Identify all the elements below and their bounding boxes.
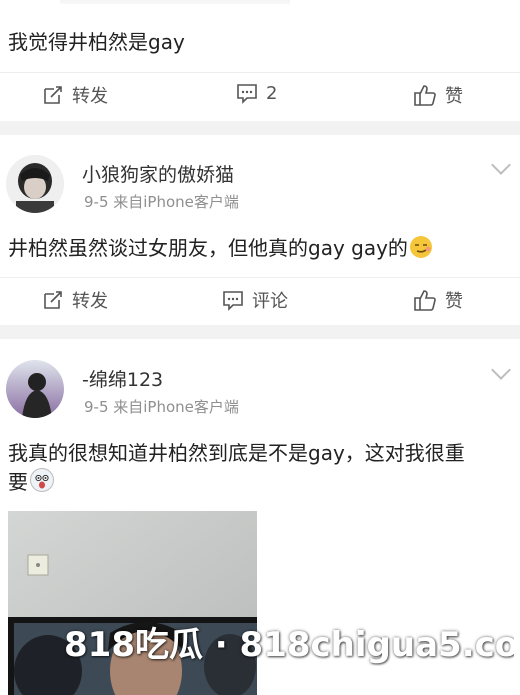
repost-label: 转发	[72, 86, 108, 107]
post1-comment-button[interactable]: 2	[236, 82, 277, 104]
repost-icon	[44, 86, 62, 104]
repost-icon	[44, 291, 62, 309]
avatar[interactable]	[6, 360, 64, 418]
post3-text-line1: 我真的很想知道井柏然到底是不是gay，这对我很重	[8, 441, 465, 465]
chevron-down-icon[interactable]	[491, 360, 511, 380]
post1-header-remnant	[60, 0, 290, 4]
post2-like-button[interactable]: 赞	[413, 287, 463, 313]
comment-count: 2	[266, 82, 278, 104]
thumbs-up-icon	[414, 85, 436, 106]
post2-text: 井柏然虽然谈过女朋友，但他真的gay gay的	[8, 232, 432, 261]
like-label: 赞	[445, 291, 463, 312]
post2-repost-button[interactable]: 转发	[42, 287, 108, 313]
post1-text: 我觉得井柏然是gay	[8, 30, 185, 54]
post2-comment-button[interactable]: 评论	[222, 287, 288, 313]
post1-repost-button[interactable]: 转发	[42, 82, 108, 108]
scared-face-emoji-icon	[30, 468, 54, 492]
repost-label: 转发	[72, 291, 108, 312]
post-meta: 9-5 来自iPhone客户端	[84, 193, 239, 211]
comment-icon	[237, 84, 257, 104]
post-image[interactable]	[8, 511, 257, 695]
comment-label: 评论	[252, 291, 288, 312]
thumbs-up-icon	[414, 290, 436, 311]
post3-text-line2: 要	[8, 466, 54, 495]
post1-like-button[interactable]: 赞	[413, 82, 463, 108]
username[interactable]: 小狼狗家的傲娇猫	[82, 160, 234, 187]
chevron-down-icon[interactable]	[491, 155, 511, 175]
avatar[interactable]	[6, 155, 64, 213]
watermark: 818吃瓜 · 818chigua5.com	[64, 625, 514, 665]
sly-face-emoji-icon	[409, 236, 432, 258]
comment-icon	[223, 291, 243, 311]
post-meta: 9-5 来自iPhone客户端	[84, 398, 239, 416]
username[interactable]: -绵绵123	[82, 365, 163, 392]
like-label: 赞	[445, 86, 463, 107]
